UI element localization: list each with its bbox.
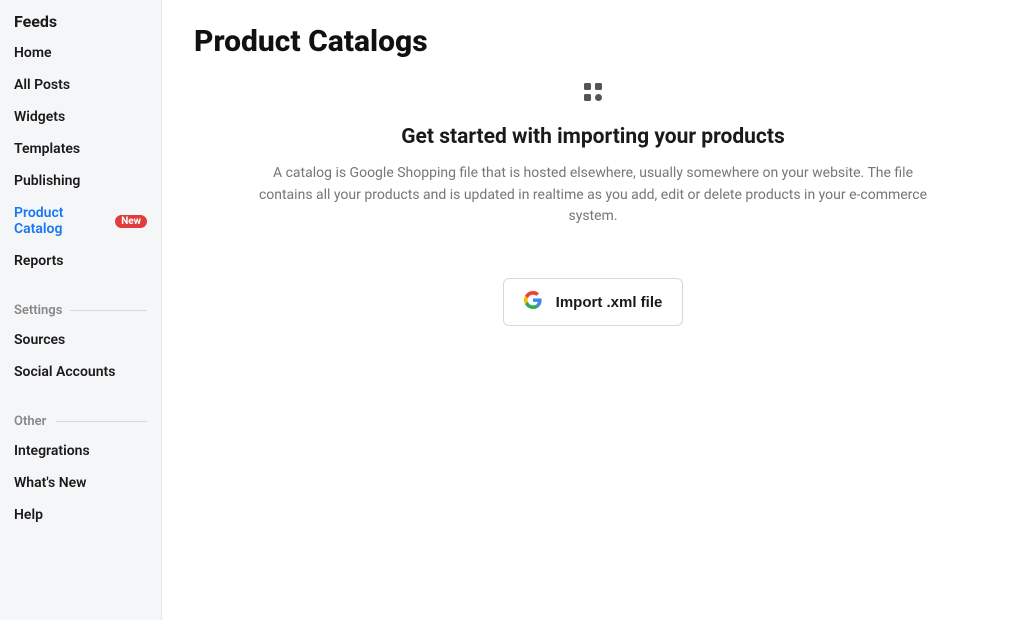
sidebar-item-all-posts[interactable]: All Posts <box>0 69 161 101</box>
sidebar-group-other: Other <box>0 406 161 435</box>
sidebar-item-label: Integrations <box>14 443 90 459</box>
sidebar-item-label: Sources <box>14 332 65 348</box>
sidebar-item-whats-new[interactable]: What's New <box>0 467 161 499</box>
new-badge: New <box>115 215 147 228</box>
sidebar-group-settings: Settings <box>0 295 161 324</box>
google-icon <box>524 291 542 313</box>
sidebar-item-integrations[interactable]: Integrations <box>0 435 161 467</box>
grid-icon <box>584 83 602 105</box>
main-content: Product Catalogs Get started with import… <box>162 0 1024 620</box>
import-xml-button[interactable]: Import .xml file <box>503 278 684 326</box>
sidebar-item-label: Widgets <box>14 109 65 125</box>
sidebar-item-label: Home <box>14 45 52 61</box>
sidebar-item-label: Social Accounts <box>14 364 115 380</box>
empty-state: Get started with importing your products… <box>194 83 992 326</box>
sidebar-item-label: Templates <box>14 141 80 157</box>
sidebar-item-widgets[interactable]: Widgets <box>0 101 161 133</box>
sidebar-item-reports[interactable]: Reports <box>0 245 161 277</box>
sidebar-item-label: Product Catalog <box>14 205 111 237</box>
sidebar-item-label: All Posts <box>14 77 70 93</box>
sidebar-header-feeds: Feeds <box>0 8 161 37</box>
sidebar: Feeds Home All Posts Widgets Templates P… <box>0 0 162 620</box>
sidebar-item-templates[interactable]: Templates <box>0 133 161 165</box>
sidebar-item-social-accounts[interactable]: Social Accounts <box>0 356 161 388</box>
sidebar-item-label: Help <box>14 507 43 523</box>
sidebar-item-label: Reports <box>14 253 64 269</box>
import-button-label: Import .xml file <box>556 294 663 311</box>
sidebar-item-home[interactable]: Home <box>0 37 161 69</box>
page-title: Product Catalogs <box>194 24 992 59</box>
sidebar-item-product-catalog[interactable]: Product Catalog New <box>0 197 161 245</box>
empty-heading: Get started with importing your products <box>401 125 785 149</box>
sidebar-item-publishing[interactable]: Publishing <box>0 165 161 197</box>
sidebar-item-help[interactable]: Help <box>0 499 161 531</box>
sidebar-item-label: What's New <box>14 475 87 491</box>
empty-subtitle: A catalog is Google Shopping file that i… <box>253 163 933 228</box>
sidebar-item-sources[interactable]: Sources <box>0 324 161 356</box>
sidebar-item-label: Publishing <box>14 173 80 189</box>
